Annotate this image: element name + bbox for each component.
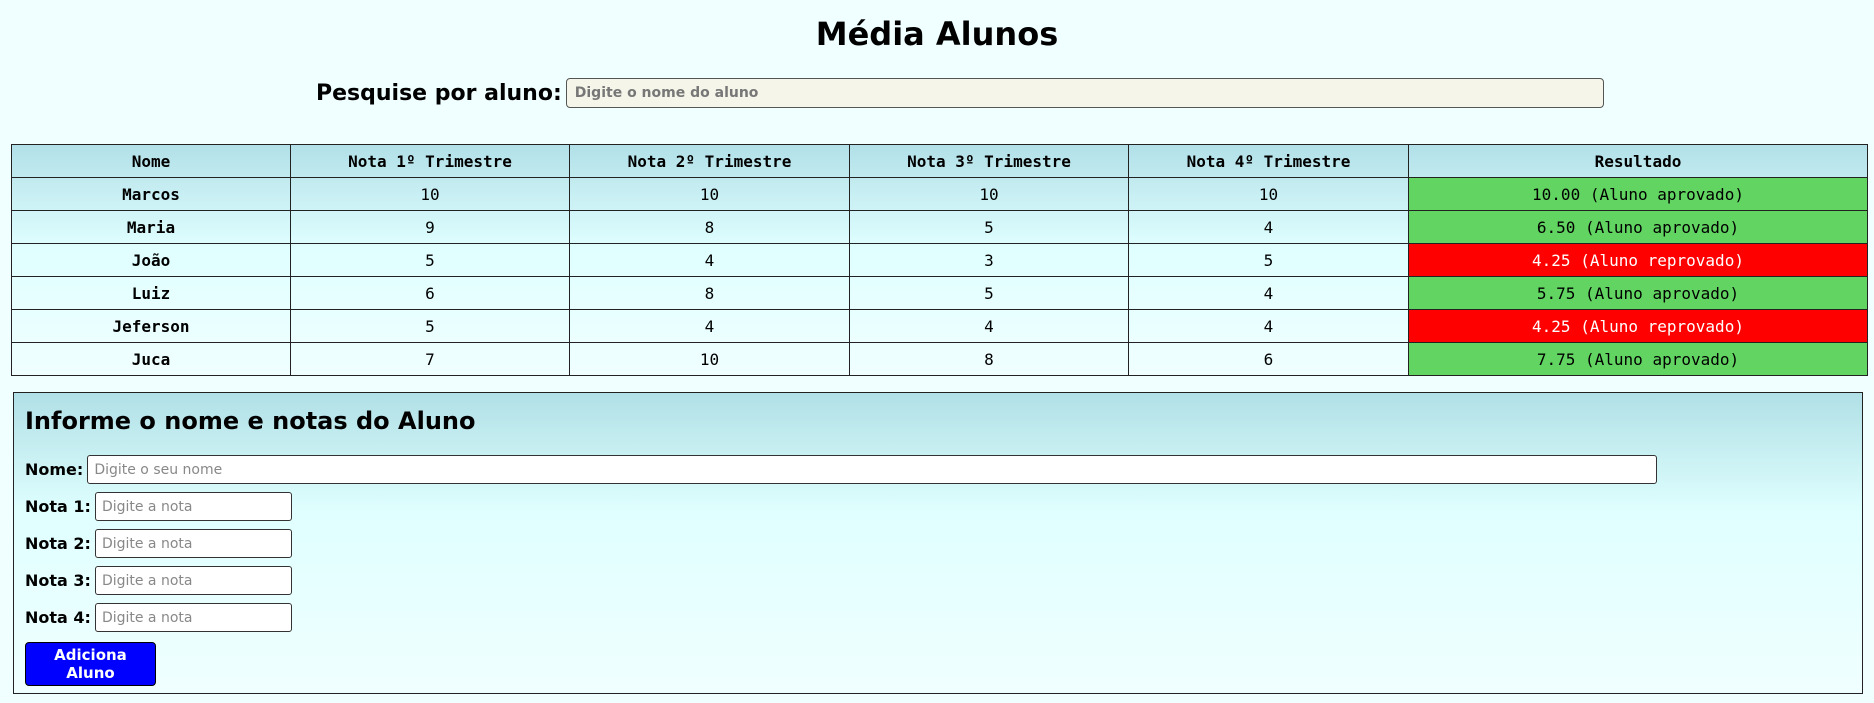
result-cell: 5.75 (Aluno aprovado) <box>1408 276 1868 310</box>
add-student-button[interactable]: Adiciona Aluno <box>25 642 156 686</box>
search-label: Pesquise por aluno: <box>316 80 562 106</box>
nota2-label: Nota 2: <box>25 534 91 553</box>
nota1-input[interactable] <box>94 492 292 521</box>
student-name: Jeferson <box>11 309 291 343</box>
grade-2: 10 <box>569 177 850 211</box>
student-name: Maria <box>11 210 291 244</box>
table-row: Juca 7 10 8 6 7.75 (Aluno aprovado) <box>11 342 1868 376</box>
nota1-field-row: Nota 1: <box>25 492 292 521</box>
table-row: Maria 9 8 5 4 6.50 (Aluno aprovado) <box>11 210 1868 244</box>
student-name: Luiz <box>11 276 291 310</box>
grade-3: 4 <box>849 309 1129 343</box>
grades-table: Nome Nota 1º Trimestre Nota 2º Trimestre… <box>11 144 1868 376</box>
column-header-nota1: Nota 1º Trimestre <box>290 144 570 178</box>
nota4-input[interactable] <box>94 603 292 632</box>
nota2-field-row: Nota 2: <box>25 529 292 558</box>
grade-2: 10 <box>569 342 850 376</box>
table-row: Luiz 6 8 5 4 5.75 (Aluno aprovado) <box>11 276 1868 310</box>
nota3-label: Nota 3: <box>25 571 91 590</box>
grade-3: 8 <box>849 342 1129 376</box>
column-header-nota3: Nota 3º Trimestre <box>849 144 1129 178</box>
result-cell: 4.25 (Aluno reprovado) <box>1408 243 1868 277</box>
page: Média Alunos Pesquise por aluno: Nome No… <box>0 0 1874 703</box>
grade-2: 8 <box>569 210 850 244</box>
grade-4: 6 <box>1128 342 1409 376</box>
result-cell: 6.50 (Aluno aprovado) <box>1408 210 1868 244</box>
grade-2: 4 <box>569 243 850 277</box>
grade-3: 5 <box>849 276 1129 310</box>
page-title: Média Alunos <box>815 15 1059 53</box>
result-cell: 4.25 (Aluno reprovado) <box>1408 309 1868 343</box>
nota2-input[interactable] <box>94 529 292 558</box>
grade-4: 4 <box>1128 309 1409 343</box>
nota3-field-row: Nota 3: <box>25 566 292 595</box>
grade-1: 5 <box>290 309 570 343</box>
table-body: Marcos 10 10 10 10 10.00 (Aluno aprovado… <box>11 177 1868 376</box>
search-bar: Pesquise por aluno: <box>316 78 1604 108</box>
result-cell: 7.75 (Aluno aprovado) <box>1408 342 1868 376</box>
grade-3: 5 <box>849 210 1129 244</box>
column-header-nota2: Nota 2º Trimestre <box>569 144 850 178</box>
name-field-row: Nome: <box>25 455 1658 484</box>
column-header-nota4: Nota 4º Trimestre <box>1128 144 1409 178</box>
nota1-label: Nota 1: <box>25 497 91 516</box>
grade-2: 8 <box>569 276 850 310</box>
student-name: Marcos <box>11 177 291 211</box>
nota3-input[interactable] <box>94 566 292 595</box>
search-input[interactable] <box>565 78 1604 108</box>
grade-1: 5 <box>290 243 570 277</box>
table-row: Jeferson 5 4 4 4 4.25 (Aluno reprovado) <box>11 309 1868 343</box>
grade-4: 10 <box>1128 177 1409 211</box>
grade-3: 10 <box>849 177 1129 211</box>
grade-4: 4 <box>1128 210 1409 244</box>
table-row: João 5 4 3 5 4.25 (Aluno reprovado) <box>11 243 1868 277</box>
student-name: Juca <box>11 342 291 376</box>
table-header-row: Nome Nota 1º Trimestre Nota 2º Trimestre… <box>11 144 1868 178</box>
add-student-form: Informe o nome e notas do Aluno Nome: No… <box>13 392 1863 694</box>
grade-3: 3 <box>849 243 1129 277</box>
column-header-resultado: Resultado <box>1408 144 1868 178</box>
nota4-field-row: Nota 4: <box>25 603 292 632</box>
table-row: Marcos 10 10 10 10 10.00 (Aluno aprovado… <box>11 177 1868 211</box>
nota4-label: Nota 4: <box>25 608 91 627</box>
grade-1: 6 <box>290 276 570 310</box>
result-cell: 10.00 (Aluno aprovado) <box>1408 177 1868 211</box>
grade-1: 7 <box>290 342 570 376</box>
form-heading: Informe o nome e notas do Aluno <box>25 407 476 435</box>
table-header: Nome Nota 1º Trimestre Nota 2º Trimestre… <box>11 144 1868 178</box>
grade-1: 10 <box>290 177 570 211</box>
grade-2: 4 <box>569 309 850 343</box>
name-label: Nome: <box>25 460 84 479</box>
grade-4: 4 <box>1128 276 1409 310</box>
name-input[interactable] <box>87 455 1658 484</box>
grade-1: 9 <box>290 210 570 244</box>
column-header-nome: Nome <box>11 144 291 178</box>
grade-4: 5 <box>1128 243 1409 277</box>
student-name: João <box>11 243 291 277</box>
